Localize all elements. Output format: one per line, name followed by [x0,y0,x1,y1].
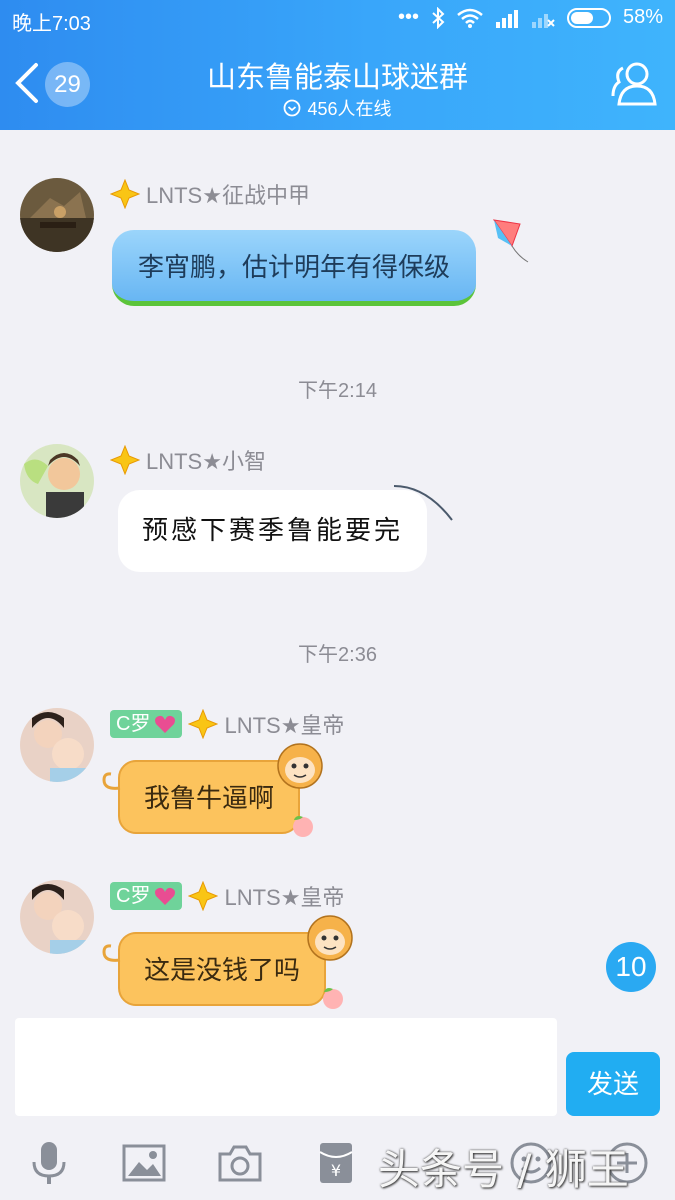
avatar-photo-image [20,880,94,954]
member-tag: C罗 [110,882,183,910]
signal-off-icon [531,13,555,28]
message-meta: LNTS★征战中甲 [110,178,310,210]
sender-name: LNTS★征战中甲 [146,183,310,208]
message-bubble[interactable]: 这是没钱了吗 [118,932,327,1006]
peach-icon [323,988,343,1009]
status-time: 晚上7:03 [12,13,91,35]
camera-icon[interactable] [215,1138,265,1188]
sender-name: LNTS★皇帝 [224,885,345,910]
sender-name: LNTS★皇帝 [224,713,345,738]
sparkle-star-icon [188,709,219,739]
avatar-painting-image [20,178,94,252]
message-meta: LNTS★小智 [110,444,266,476]
microphone-icon[interactable] [24,1138,74,1188]
send-button[interactable]: 发送 [566,1052,660,1116]
message-meta: C罗 LNTS★皇帝 [110,880,344,912]
member-tag-label: C罗 [116,713,151,735]
signal-icon [495,9,518,28]
message-meta: C罗 LNTS★皇帝 [110,708,344,740]
more-dots-icon: ••• [397,6,419,28]
member-tag: C罗 [110,710,183,738]
monkey-tail-icon [102,944,121,962]
avatar[interactable] [20,444,94,518]
peach-icon [293,816,313,837]
monkey-tail-icon [102,772,121,790]
online-check-icon [284,99,301,117]
group-members-icon[interactable] [611,60,659,106]
message-text: 李宵鹏，估计明年有得保级 [138,252,451,282]
monkey-sticker-icon [307,915,353,961]
timestamp: 下午2:36 [298,644,377,666]
avatar[interactable] [20,178,94,252]
online-count: 456人在线 [307,99,392,119]
watermark: 头条号 / 狮王 [378,1145,629,1194]
monkey-sticker-icon [277,743,323,789]
kite-icon [492,219,529,263]
timestamp: 下午2:14 [298,380,377,402]
battery-percent: 58% [622,6,663,28]
heart-icon [155,887,176,905]
sparkle-star-icon [110,179,140,209]
sparkle-star-icon [188,881,219,911]
avatar-photo-image [20,708,94,782]
heart-icon [155,715,176,733]
red-packet-icon[interactable]: ¥ [311,1138,361,1188]
message-text: 预感下赛季鲁能要完 [142,516,404,546]
chat-header: 晚上7:03 ••• 58% 29 山东鲁能泰山球迷群 456人在线 [0,0,675,130]
group-title: 山东鲁能泰山球迷群 [206,62,468,94]
message-input[interactable] [15,1018,557,1116]
avatar[interactable] [20,708,94,782]
message-bubble[interactable]: 我鲁牛逼啊 [118,760,301,834]
online-status: 456人在线 [0,95,675,121]
sender-name: LNTS★小智 [146,449,266,474]
wifi-icon [457,8,483,28]
message-text: 我鲁牛逼啊 [144,783,275,813]
image-icon[interactable] [119,1138,169,1188]
avatar-cartoon-image [20,444,94,518]
message-bubble[interactable]: 预感下赛季鲁能要完 [118,490,428,572]
message-text: 这是没钱了吗 [144,955,301,985]
status-icons: ••• 58% [398,6,663,29]
bluetooth-icon [432,6,445,29]
svg-text:¥: ¥ [331,1161,341,1180]
bubble-swoosh-icon [393,485,453,521]
battery-icon [566,7,611,28]
sparkle-star-icon [110,445,140,475]
status-bar: 晚上7:03 ••• 58% [0,0,675,40]
message-bubble[interactable]: 李宵鹏，估计明年有得保级 [112,230,477,306]
avatar[interactable] [20,880,94,954]
new-messages-badge[interactable]: 10 [606,942,656,992]
member-tag-label: C罗 [116,885,151,907]
